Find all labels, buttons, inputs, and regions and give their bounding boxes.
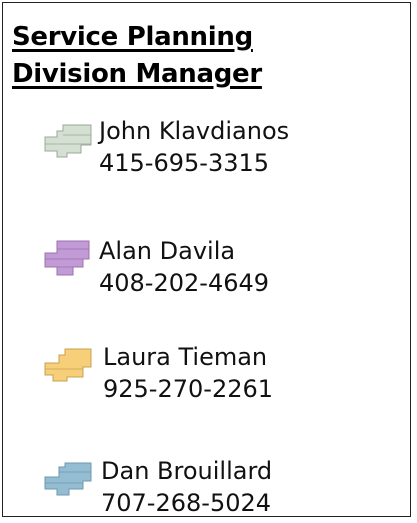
legend-entry-dan-brouillard: Dan Brouillard 707-268-5024 xyxy=(3,453,412,523)
legend-entry-john-klavdianos: John Klavdianos 415-695-3315 xyxy=(3,115,412,185)
territory-swatch-icon xyxy=(43,459,93,499)
division-manager-name: Dan Brouillard xyxy=(101,457,273,485)
legend-title: Service Planning Division Manager xyxy=(12,19,262,93)
division-manager-name: Laura Tieman xyxy=(103,343,268,371)
legend-entry-alan-davila: Alan Davila 408-202-4649 xyxy=(3,231,412,301)
map-legend: Service Planning Division Manager John K… xyxy=(2,2,411,517)
division-manager-phone: 925-270-2261 xyxy=(103,375,274,403)
division-manager-name: Alan Davila xyxy=(99,237,236,265)
division-manager-phone: 408-202-4649 xyxy=(99,269,270,297)
territory-swatch-icon xyxy=(43,345,93,385)
division-manager-phone: 415-695-3315 xyxy=(99,149,270,177)
territory-swatch-icon xyxy=(43,121,93,161)
territory-swatch-icon xyxy=(43,237,93,277)
legend-title-line-2: Division Manager xyxy=(12,59,262,89)
legend-entry-laura-tieman: Laura Tieman 925-270-2261 xyxy=(3,341,412,411)
division-manager-phone: 707-268-5024 xyxy=(101,489,272,517)
legend-title-line-1: Service Planning xyxy=(12,22,253,52)
division-manager-name: John Klavdianos xyxy=(99,117,290,145)
